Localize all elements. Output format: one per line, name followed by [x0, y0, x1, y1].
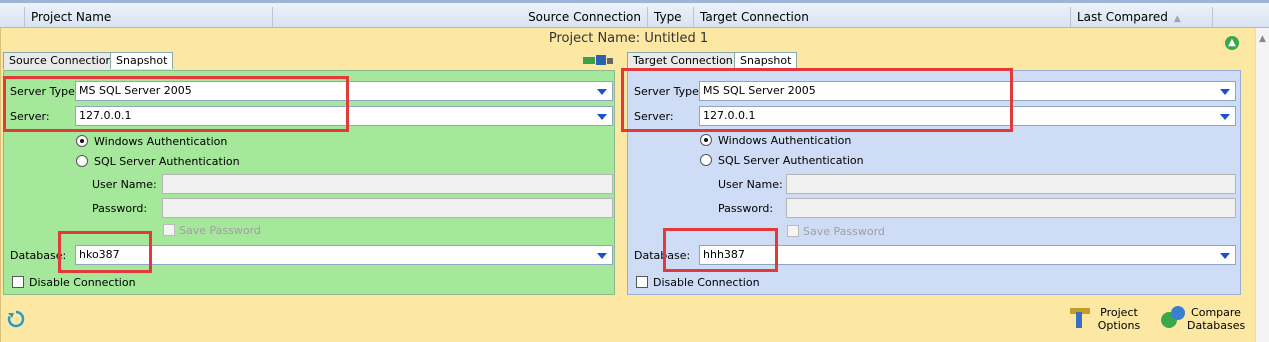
server-type-label: Server Type:: [634, 85, 703, 98]
target-username-label: User Name:: [718, 178, 783, 191]
dropdown-arrow-icon[interactable]: [597, 253, 607, 259]
results-grid-header: Project Name Source Connection Type Targ…: [0, 0, 1269, 28]
source-save-password-label: Save Password: [179, 224, 261, 237]
source-sql-auth-radio[interactable]: [76, 155, 88, 167]
source-windows-auth-radio[interactable]: [76, 135, 88, 147]
target-disable-connection-label: Disable Connection: [653, 276, 760, 289]
source-password-input[interactable]: [162, 198, 613, 218]
target-database-label: Database:: [634, 249, 691, 262]
source-disable-connection-label: Disable Connection: [29, 276, 136, 289]
server-type-label: Server Type:: [10, 85, 79, 98]
tab-source-snapshot[interactable]: Snapshot: [110, 52, 174, 69]
target-server-type-value: MS SQL Server 2005: [703, 84, 816, 97]
compare-label-1: Compare: [1191, 306, 1241, 319]
target-database-select[interactable]: hhh387: [699, 245, 1236, 265]
source-tabbar: Source Connection Snapshot: [3, 52, 615, 70]
source-save-password-checkbox[interactable]: [163, 224, 175, 236]
source-database-label: Database:: [10, 249, 67, 262]
source-username-label: User Name:: [92, 178, 157, 191]
project-options-button[interactable]: Project Options: [1095, 306, 1143, 332]
target-disable-connection-checkbox[interactable]: [636, 276, 648, 288]
column-extra[interactable]: [1212, 7, 1246, 27]
column-type[interactable]: Type: [647, 7, 693, 27]
target-sql-auth-label: SQL Server Authentication: [718, 154, 864, 167]
tab-target-snapshot[interactable]: Snapshot: [734, 52, 798, 69]
target-database-value: hhh387: [703, 248, 745, 261]
source-server-type-value: MS SQL Server 2005: [79, 84, 192, 97]
target-server-type-select[interactable]: MS SQL Server 2005: [699, 81, 1236, 101]
tab-target-connection[interactable]: Target Connection: [627, 52, 739, 69]
sort-ascending-icon: ▲: [1173, 14, 1181, 24]
target-tabbar: Target Connection Snapshot: [627, 52, 1255, 70]
copy-connection-icon[interactable]: [581, 53, 615, 67]
last-compared-label: Last Compared: [1077, 10, 1168, 24]
source-sql-auth-label: SQL Server Authentication: [94, 155, 240, 168]
project-panel: Project Name: Untitled 1 ▲ Source Connec…: [0, 28, 1255, 342]
refresh-icon[interactable]: [7, 310, 25, 328]
source-windows-auth-label: Windows Authentication: [94, 135, 228, 148]
source-server-value: 127.0.0.1: [79, 109, 132, 122]
column-project-name[interactable]: Project Name: [24, 7, 272, 27]
column-target-connection[interactable]: Target Connection: [693, 7, 1070, 27]
target-username-input[interactable]: [786, 174, 1236, 194]
tab-source-connection[interactable]: Source Connection: [3, 52, 119, 69]
project-title: Project Name: Untitled 1: [548, 31, 709, 46]
scroll-up-icon[interactable]: ▲: [1256, 34, 1269, 44]
source-server-input[interactable]: 127.0.0.1: [75, 106, 613, 126]
target-server-value: 127.0.0.1: [703, 109, 756, 122]
source-connection-panel: Server Type: MS SQL Server 2005 Server: …: [3, 70, 615, 295]
target-sql-auth-radio[interactable]: [700, 154, 712, 166]
target-server-input[interactable]: 127.0.0.1: [699, 106, 1236, 126]
compare-databases-icon[interactable]: [1159, 304, 1187, 330]
source-server-type-select[interactable]: MS SQL Server 2005: [75, 81, 613, 101]
target-windows-auth-label: Windows Authentication: [718, 134, 852, 147]
dropdown-arrow-icon[interactable]: [1220, 89, 1230, 95]
target-password-label: Password:: [718, 202, 774, 215]
target-connection-panel: Server Type: MS SQL Server 2005 Server: …: [627, 70, 1241, 295]
dropdown-arrow-icon[interactable]: [597, 114, 607, 120]
dropdown-arrow-icon[interactable]: [1220, 253, 1230, 259]
compare-databases-button[interactable]: Compare Databases: [1187, 306, 1245, 332]
target-save-password-label: Save Password: [803, 225, 885, 238]
source-disable-connection-checkbox[interactable]: [12, 276, 24, 288]
compare-label-2: Databases: [1187, 319, 1246, 332]
project-options-label-2: Options: [1097, 319, 1141, 332]
source-password-label: Password:: [92, 202, 148, 215]
column-source-connection[interactable]: Source Connection: [272, 7, 647, 27]
project-options-label-1: Project: [1100, 306, 1138, 319]
server-label: Server:: [634, 110, 674, 123]
dropdown-arrow-icon[interactable]: [1220, 114, 1230, 120]
server-label: Server:: [10, 110, 50, 123]
column-last-compared[interactable]: Last Compared ▲: [1070, 7, 1212, 27]
target-save-password-checkbox[interactable]: [787, 225, 799, 237]
target-windows-auth-radio[interactable]: [700, 134, 712, 146]
collapse-icon[interactable]: ▲: [1225, 36, 1239, 50]
project-options-icon[interactable]: [1068, 304, 1094, 330]
source-username-input[interactable]: [162, 174, 613, 194]
dropdown-arrow-icon[interactable]: [597, 89, 607, 95]
vertical-scrollbar[interactable]: ▲: [1255, 28, 1269, 342]
source-database-select[interactable]: hko387: [75, 245, 613, 265]
target-password-input[interactable]: [786, 198, 1236, 218]
source-database-value: hko387: [79, 248, 120, 261]
